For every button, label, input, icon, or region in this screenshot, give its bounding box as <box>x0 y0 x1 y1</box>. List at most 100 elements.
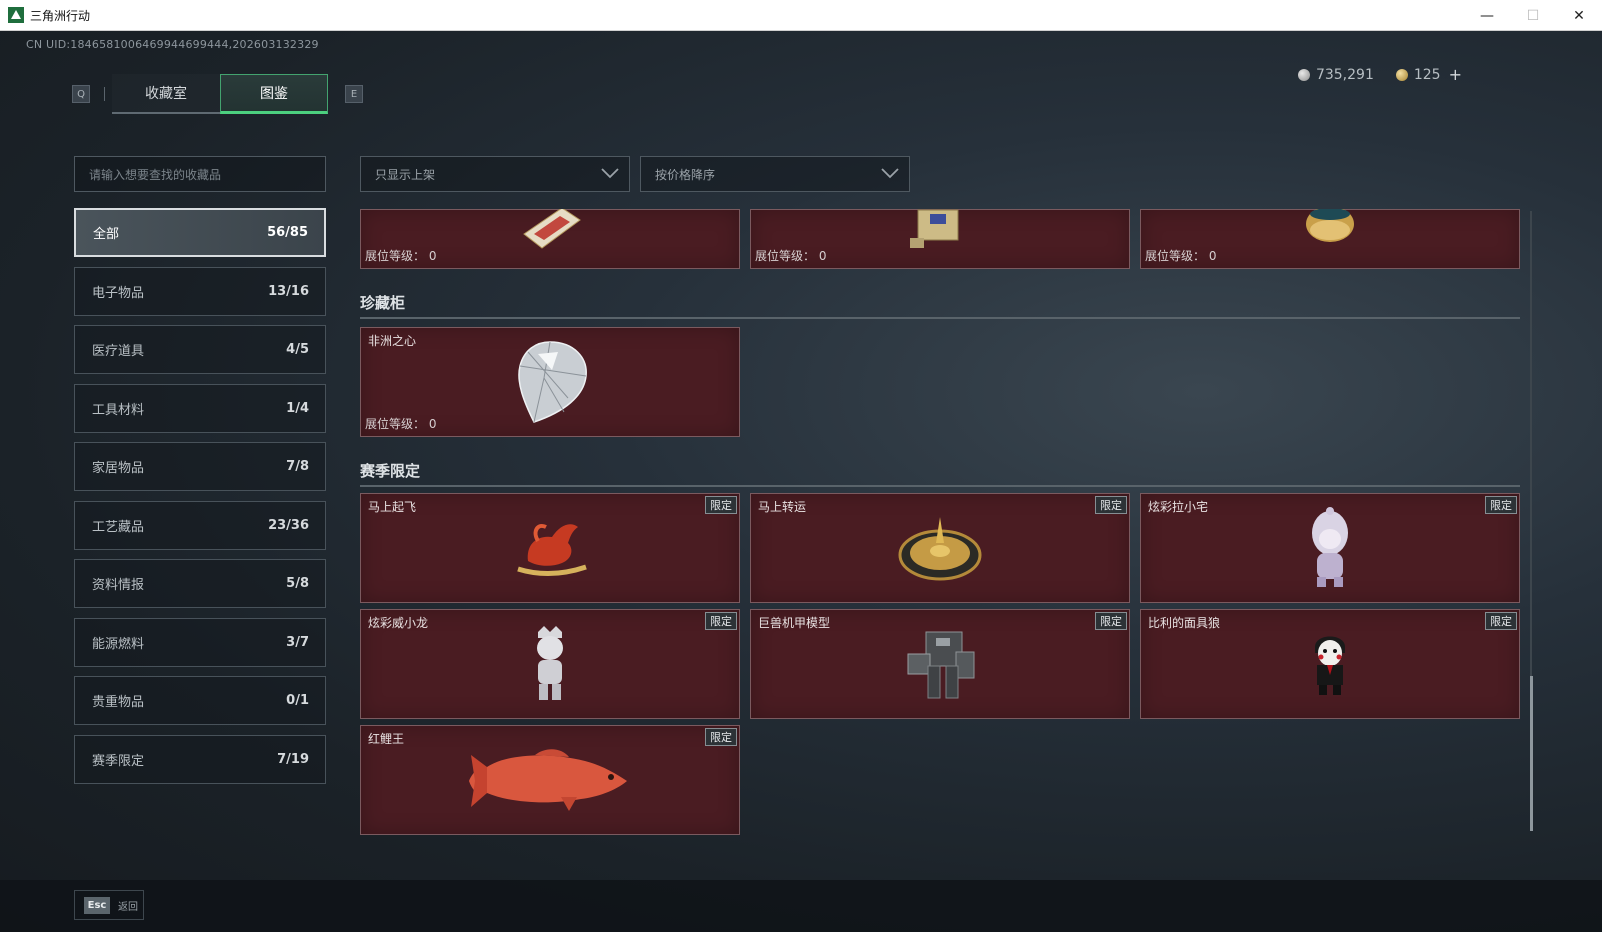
key-e-hint[interactable]: E <box>345 85 363 103</box>
category-count: 0/1 <box>286 693 309 708</box>
category-count: 23/36 <box>268 517 309 533</box>
card-name: 马上转运 <box>758 500 807 514</box>
card-level: 展位等级： 0 <box>755 249 827 263</box>
category-count: 3/7 <box>286 634 309 650</box>
mech-icon <box>907 631 975 699</box>
card-name: 炫彩威小龙 <box>368 616 429 630</box>
uid-label: CN UID:1846581006469944699444,2026031323… <box>26 38 319 51</box>
category-label: 电子物品 <box>92 285 145 301</box>
category-label: 赛季限定 <box>92 753 145 769</box>
game-screen: CN UID:1846581006469944699444,2026031323… <box>0 31 1602 932</box>
category-energy[interactable]: 能源燃料 3/7 <box>74 617 326 667</box>
gold-currency: 125 + <box>1395 65 1462 84</box>
category-label: 医疗道具 <box>92 344 145 359</box>
availability-dropdown[interactable]: 只显示上架 <box>360 156 630 192</box>
limited-badge: 限定 <box>1485 496 1517 514</box>
category-label: 资料情报 <box>92 578 145 593</box>
footer-bar: Esc 返回 <box>0 880 1602 932</box>
collection-grid: 展位等级： 0 展位等级： 0 展位等级： 0 珍藏柜 非洲之心 展位等级： 0… <box>360 209 1520 859</box>
minimize-button[interactable]: — <box>1464 0 1510 31</box>
category-household[interactable]: 家居物品 7/8 <box>74 442 326 491</box>
window-titlebar: 三角洲行动 — ☐ ✕ <box>0 0 1602 31</box>
category-season[interactable]: 赛季限定 7/19 <box>74 734 326 784</box>
limited-badge: 限定 <box>1095 496 1127 514</box>
category-valuables[interactable]: 贵重物品 0/1 <box>74 676 326 725</box>
category-electronics[interactable]: 电子物品 13/16 <box>74 266 326 316</box>
limited-badge: 限定 <box>705 612 737 630</box>
tab-bar: Q 收藏室 图鉴 E <box>72 74 363 114</box>
window-title: 三角洲行动 <box>30 8 91 23</box>
category-label: 工艺藏品 <box>92 519 145 535</box>
collection-card[interactable]: 红鲤王 限定 <box>360 725 740 835</box>
card-name: 比利的面具狼 <box>1148 616 1221 630</box>
category-count: 7/19 <box>277 751 309 767</box>
section-title-season: 赛季限定 <box>360 462 421 480</box>
sort-value: 按价格降序 <box>655 167 716 182</box>
maximize-button[interactable]: ☐ <box>1510 0 1556 31</box>
category-crafts[interactable]: 工艺藏品 23/36 <box>74 500 326 550</box>
horse-icon <box>517 524 587 577</box>
tab-divider <box>104 87 105 101</box>
content-scrollbar-thumb[interactable] <box>1530 676 1533 831</box>
category-label: 家居物品 <box>92 461 145 476</box>
limited-badge: 限定 <box>1095 612 1127 630</box>
collection-card[interactable]: 展位等级： 0 <box>750 209 1130 269</box>
fish-icon <box>469 749 627 811</box>
card-name: 巨兽机甲模型 <box>758 616 831 630</box>
device-item-icon <box>910 209 959 248</box>
card-name: 红鲤王 <box>368 732 405 746</box>
card-item-icon <box>523 209 581 249</box>
category-label: 工具材料 <box>92 402 145 418</box>
puppet-icon <box>1315 636 1345 695</box>
category-list: 全部 56/85 电子物品 13/16 医疗道具 4/5 工具材料 1/4 家居… <box>74 208 326 793</box>
key-q-hint[interactable]: Q <box>72 85 90 103</box>
availability-value: 只显示上架 <box>375 167 436 182</box>
silver-currency: 735,291 <box>1297 67 1374 83</box>
esc-key-hint: Esc <box>84 896 110 914</box>
category-count: 5/8 <box>286 576 309 591</box>
tab-collection-room[interactable]: 收藏室 <box>112 74 220 114</box>
collection-card[interactable]: 展位等级： 0 <box>360 209 740 269</box>
tab-catalog[interactable]: 图鉴 <box>220 74 328 114</box>
collection-card[interactable]: 比利的面具狼 限定 <box>1140 609 1520 719</box>
collection-card[interactable]: 非洲之心 展位等级： 0 <box>360 327 740 437</box>
card-name: 炫彩拉小宅 <box>1148 500 1209 514</box>
currency-bar: 735,291 125 + <box>1297 65 1462 84</box>
search-input[interactable]: 请输入想要查找的收藏品 <box>74 156 326 192</box>
limited-badge: 限定 <box>1485 612 1517 630</box>
window-controls: — ☐ ✕ <box>1464 0 1602 31</box>
category-count: 7/8 <box>286 459 309 474</box>
back-button[interactable]: Esc 返回 <box>74 890 144 920</box>
gold-amount: 125 <box>1413 66 1441 83</box>
close-button[interactable]: ✕ <box>1556 0 1602 31</box>
collection-card[interactable]: 马上起飞 限定 <box>360 493 740 603</box>
card-level: 展位等级： 0 <box>365 417 437 431</box>
collection-card[interactable]: 展位等级： 0 <box>1140 209 1520 269</box>
category-medical[interactable]: 医疗道具 4/5 <box>74 325 326 374</box>
wheel-icon <box>898 517 982 581</box>
category-all[interactable]: 全部 56/85 <box>74 208 326 257</box>
category-label: 贵重物品 <box>92 695 145 710</box>
collection-card[interactable]: 炫彩拉小宅 限定 <box>1140 493 1520 603</box>
limited-badge: 限定 <box>705 728 737 746</box>
card-level: 展位等级： 0 <box>1145 249 1217 263</box>
category-label: 全部 <box>93 227 120 242</box>
golden-pot-icon <box>1306 209 1354 242</box>
collection-card[interactable]: 炫彩威小龙 限定 <box>360 609 740 719</box>
sort-dropdown[interactable]: 按价格降序 <box>640 156 910 192</box>
app-logo-icon <box>8 7 24 23</box>
category-label: 能源燃料 <box>92 636 145 652</box>
collection-card[interactable]: 马上转运 限定 <box>750 493 1130 603</box>
add-currency-button[interactable]: + <box>1449 65 1462 84</box>
category-count: 1/4 <box>286 400 309 416</box>
card-name: 马上起飞 <box>368 500 417 514</box>
category-count: 13/16 <box>268 283 309 299</box>
category-tools[interactable]: 工具材料 1/4 <box>74 383 326 433</box>
category-intel[interactable]: 资料情报 5/8 <box>74 559 326 608</box>
silver-coin-icon <box>1297 68 1310 81</box>
collection-card[interactable]: 巨兽机甲模型 限定 <box>750 609 1130 719</box>
card-level: 展位等级： 0 <box>365 249 437 263</box>
doll-icon <box>1312 507 1348 587</box>
chevron-down-icon <box>881 168 899 179</box>
limited-badge: 限定 <box>705 496 737 514</box>
